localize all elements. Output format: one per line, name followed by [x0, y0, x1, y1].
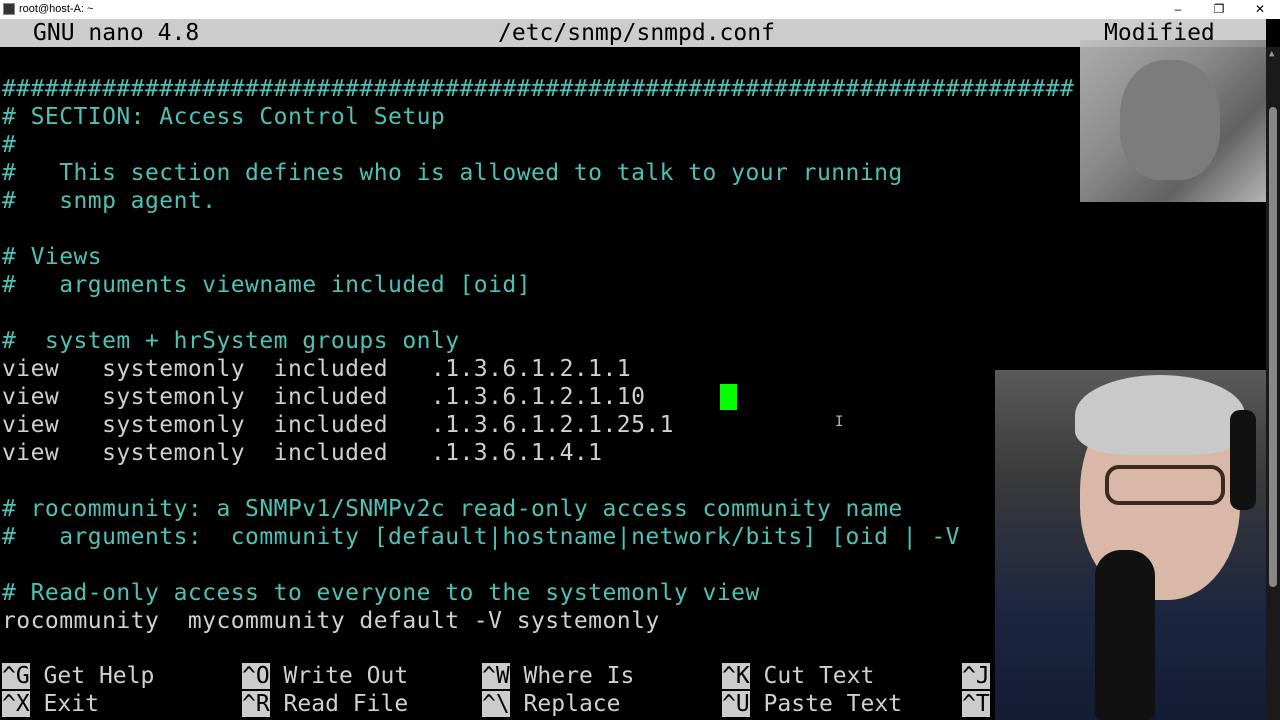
shortcut-label: Exit: [29, 691, 99, 717]
editor-line: # rocommunity: a SNMPv1/SNMPv2c read-onl…: [2, 496, 903, 522]
editor-line: # arguments: community [default|hostname…: [2, 524, 960, 550]
editor-line: # This section defines who is allowed to…: [2, 160, 903, 186]
maximize-button[interactable]: ❐: [1199, 0, 1239, 19]
shortcut-key: ^J: [962, 663, 990, 689]
terminal-icon: [3, 3, 15, 15]
shortcut-key: ^T: [962, 691, 990, 717]
shortcut-write-out[interactable]: ^O Write Out: [242, 662, 408, 690]
shortcut-key: ^X: [2, 691, 30, 717]
webcam-overlay: [995, 370, 1266, 720]
shortcut-justify[interactable]: ^J: [962, 662, 990, 690]
shortcut-label: Write Out: [269, 663, 409, 689]
microphone-shape: [1095, 550, 1155, 720]
editor-line: view systemonly included .1.3.6.1.2.1.1: [2, 356, 632, 382]
window-title: root@host-A: ~: [19, 3, 94, 15]
editor-line: # system + hrSystem groups only: [2, 328, 460, 354]
shortcut-read-file[interactable]: ^R Read File: [242, 690, 408, 718]
shortcut-key: ^W: [482, 663, 510, 689]
shortcut-label: Read File: [269, 691, 409, 717]
shortcut-replace[interactable]: ^\ Replace: [482, 690, 620, 718]
shortcut-label: Paste Text: [749, 691, 903, 717]
shortcut-key: ^K: [722, 663, 750, 689]
scroll-thumb[interactable]: [1269, 107, 1277, 587]
text-cursor: [720, 384, 737, 410]
shortcut-get-help[interactable]: ^G Get Help: [2, 662, 154, 690]
glasses-shape: [1105, 465, 1225, 505]
shortcut-label: Get Help: [29, 663, 155, 689]
editor-line: view systemonly included .1.3.6.1.2.1.25…: [2, 412, 674, 438]
shortcut-label: Where Is: [509, 663, 635, 689]
editor-line: # SECTION: Access Control Setup: [2, 104, 446, 130]
file-name: /etc/snmp/snmpd.conf: [498, 20, 775, 46]
editor-line: # Read-only access to everyone to the sy…: [2, 580, 760, 606]
vertical-scrollbar[interactable]: ▲: [1266, 47, 1280, 720]
close-button[interactable]: ✕: [1240, 0, 1280, 19]
editor-line: #: [2, 132, 17, 158]
shortcut-key: ^G: [2, 663, 30, 689]
shortcut-exit[interactable]: ^X Exit: [2, 690, 99, 718]
shortcut-where-is[interactable]: ^W Where Is: [482, 662, 634, 690]
window-titlebar: root@host-A: ~ – ❐ ✕: [0, 0, 1280, 19]
editor-line: # Views: [2, 244, 103, 270]
shortcut-paste-text[interactable]: ^U Paste Text: [722, 690, 902, 718]
shortcut-label: Cut Text: [749, 663, 875, 689]
person-hair-shape: [1075, 375, 1245, 455]
nano-version: GNU nano 4.8: [33, 20, 200, 46]
shortcut-label: Replace: [509, 691, 621, 717]
editor-line: # arguments viewname included [oid]: [2, 272, 531, 298]
shortcut-key: ^U: [722, 691, 750, 717]
editor-line: # snmp agent.: [2, 188, 217, 214]
editor-line: view systemonly included .1.3.6.1.4.1: [2, 440, 603, 466]
shortcut-key: ^O: [242, 663, 270, 689]
scroll-up-arrow-icon[interactable]: ▲: [1269, 49, 1274, 59]
cat-overlay-image: [1080, 40, 1266, 202]
headphone-shape: [1230, 410, 1256, 510]
minimize-button[interactable]: –: [1158, 0, 1198, 19]
cat-face-shape: [1120, 60, 1220, 180]
shortcut-cut-text[interactable]: ^K Cut Text: [722, 662, 874, 690]
nano-header-bar: GNU nano 4.8 /etc/snmp/snmpd.conf Modifi…: [0, 19, 1266, 47]
shortcut-key: ^\: [482, 691, 510, 717]
shortcut-to-spell[interactable]: ^T: [962, 690, 990, 718]
ibeam-cursor-icon: I: [835, 414, 844, 430]
shortcut-key: ^R: [242, 691, 270, 717]
editor-line: rocommunity mycommunity default -V syste…: [2, 608, 660, 634]
editor-line: view systemonly included .1.3.6.1.2.1.10: [2, 384, 646, 410]
editor-line: ########################################…: [2, 76, 1075, 102]
